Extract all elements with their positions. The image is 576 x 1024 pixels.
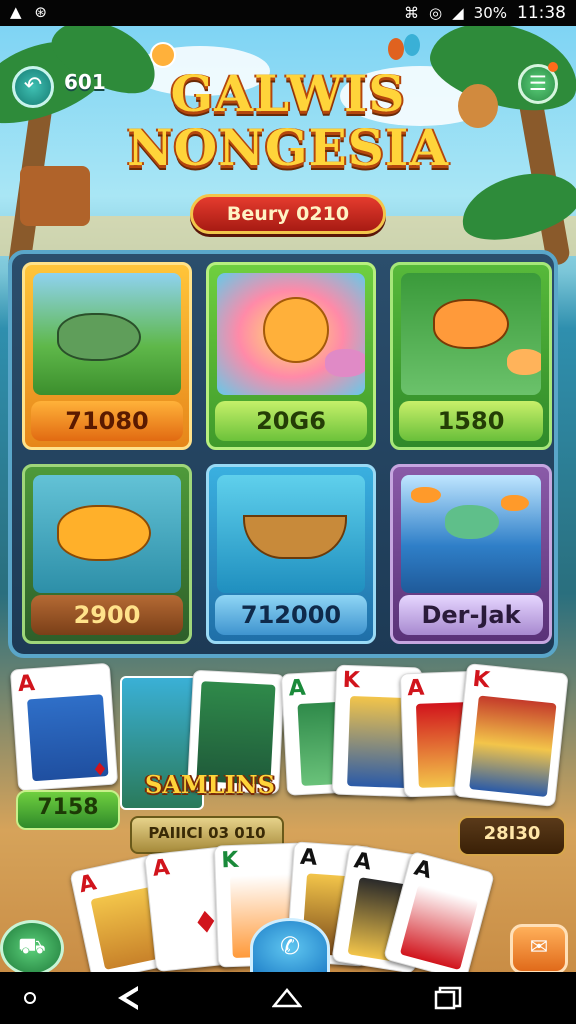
card-rank: A <box>288 675 307 702</box>
game-grid-panel: 71080 20G6 1580 2900 712000 Der-Jak <box>8 250 558 658</box>
game-tile-3[interactable]: 1580 <box>390 262 552 450</box>
card-rank: K <box>471 666 491 694</box>
clock: 11:38 <box>517 3 566 23</box>
card-rank: A <box>406 675 425 702</box>
fish-icon <box>501 495 529 511</box>
card-value: 7158 <box>16 790 120 830</box>
tile-value: 20G6 <box>215 401 367 441</box>
card-rank: A <box>151 855 171 882</box>
fish-icon <box>57 505 151 561</box>
fish-icon <box>507 349 541 375</box>
fish-icon <box>445 505 499 539</box>
card-suit: ♦ <box>91 759 109 782</box>
signal-icon: ◢ <box>452 4 464 22</box>
fish-icon <box>411 487 441 503</box>
card-rank: A <box>299 844 319 871</box>
game-tile-6[interactable]: Der-Jak <box>390 464 552 644</box>
card-face <box>399 884 479 971</box>
system-nav-bar <box>0 972 576 1024</box>
card-rank: A <box>352 848 374 876</box>
warning-icon: ▲ <box>10 3 22 21</box>
status-right: ⌘ ◎ ◢ 30% 11:38 <box>404 3 566 23</box>
status-left: ▲ ⊛ <box>10 3 47 21</box>
game-tile-2[interactable]: 20G6 <box>206 262 376 450</box>
cart-icon: ⛟ <box>18 934 46 959</box>
mail-icon: ✉ <box>529 935 549 960</box>
tile-art <box>33 273 181 395</box>
recents-nav-icon[interactable] <box>434 986 462 1010</box>
card-rank: A <box>17 670 36 698</box>
card-face <box>469 695 557 798</box>
call-button[interactable]: ✆ <box>250 918 330 972</box>
alarm-icon: ◎ <box>429 4 443 22</box>
shop-button[interactable]: ⛟ <box>0 920 64 972</box>
tile-value: 1580 <box>399 401 543 441</box>
card-rank: A <box>76 870 99 899</box>
status-bar: ▲ ⊛ ⌘ ◎ ◢ 30% 11:38 <box>0 0 576 26</box>
mail-button[interactable]: ✉ <box>510 924 568 972</box>
fish-icon <box>57 313 141 361</box>
fish-icon <box>263 297 329 363</box>
fish-icon <box>325 349 365 377</box>
samlins-label: SAMLINS <box>145 770 275 799</box>
dot-icon[interactable] <box>24 992 36 1004</box>
right-value: 28I30 <box>458 816 566 856</box>
phone-icon: ✆ <box>279 932 301 960</box>
card-section: A ♦ A K A K 7158 SAMLINS PAIIICI 03 010 … <box>0 662 576 972</box>
tile-value: 2900 <box>31 595 183 635</box>
card-rank: K <box>342 667 361 694</box>
card-rank: A <box>411 855 435 885</box>
boat-icon <box>243 515 347 559</box>
nfc-icon: ⌘ <box>404 4 420 22</box>
game-tile-5[interactable]: 712000 <box>206 464 376 644</box>
tile-art <box>33 475 181 593</box>
tile-value: 712000 <box>215 595 367 635</box>
game-tile-1[interactable]: 71080 <box>22 262 192 450</box>
back-nav-icon-inner <box>126 990 139 1006</box>
battery-level: 30% <box>473 4 507 22</box>
tile-value: 71080 <box>31 401 183 441</box>
fish-icon <box>433 299 509 349</box>
game-title-line2: NONGESIA <box>126 118 450 177</box>
bubble <box>388 38 404 60</box>
game-screen: ↶ 601 ☰ GALWIS NONGESIA Beury 0210 71080… <box>0 26 576 972</box>
tile-art <box>401 475 541 593</box>
home-nav-icon[interactable] <box>271 986 303 1008</box>
game-title-line1: GALWIS <box>170 64 406 123</box>
card-rank: K <box>220 847 239 874</box>
tile-art <box>401 273 541 395</box>
tile-art <box>217 475 365 593</box>
game-tile-4[interactable]: 2900 <box>22 464 192 644</box>
playing-card[interactable]: A ♦ <box>9 662 119 792</box>
tile-value: Der-Jak <box>399 595 543 635</box>
bubble <box>404 34 420 56</box>
sync-icon: ⊛ <box>34 3 47 21</box>
playing-card[interactable]: K <box>453 663 569 807</box>
tile-art <box>217 273 365 395</box>
title-banner: Beury 0210 <box>190 194 386 234</box>
